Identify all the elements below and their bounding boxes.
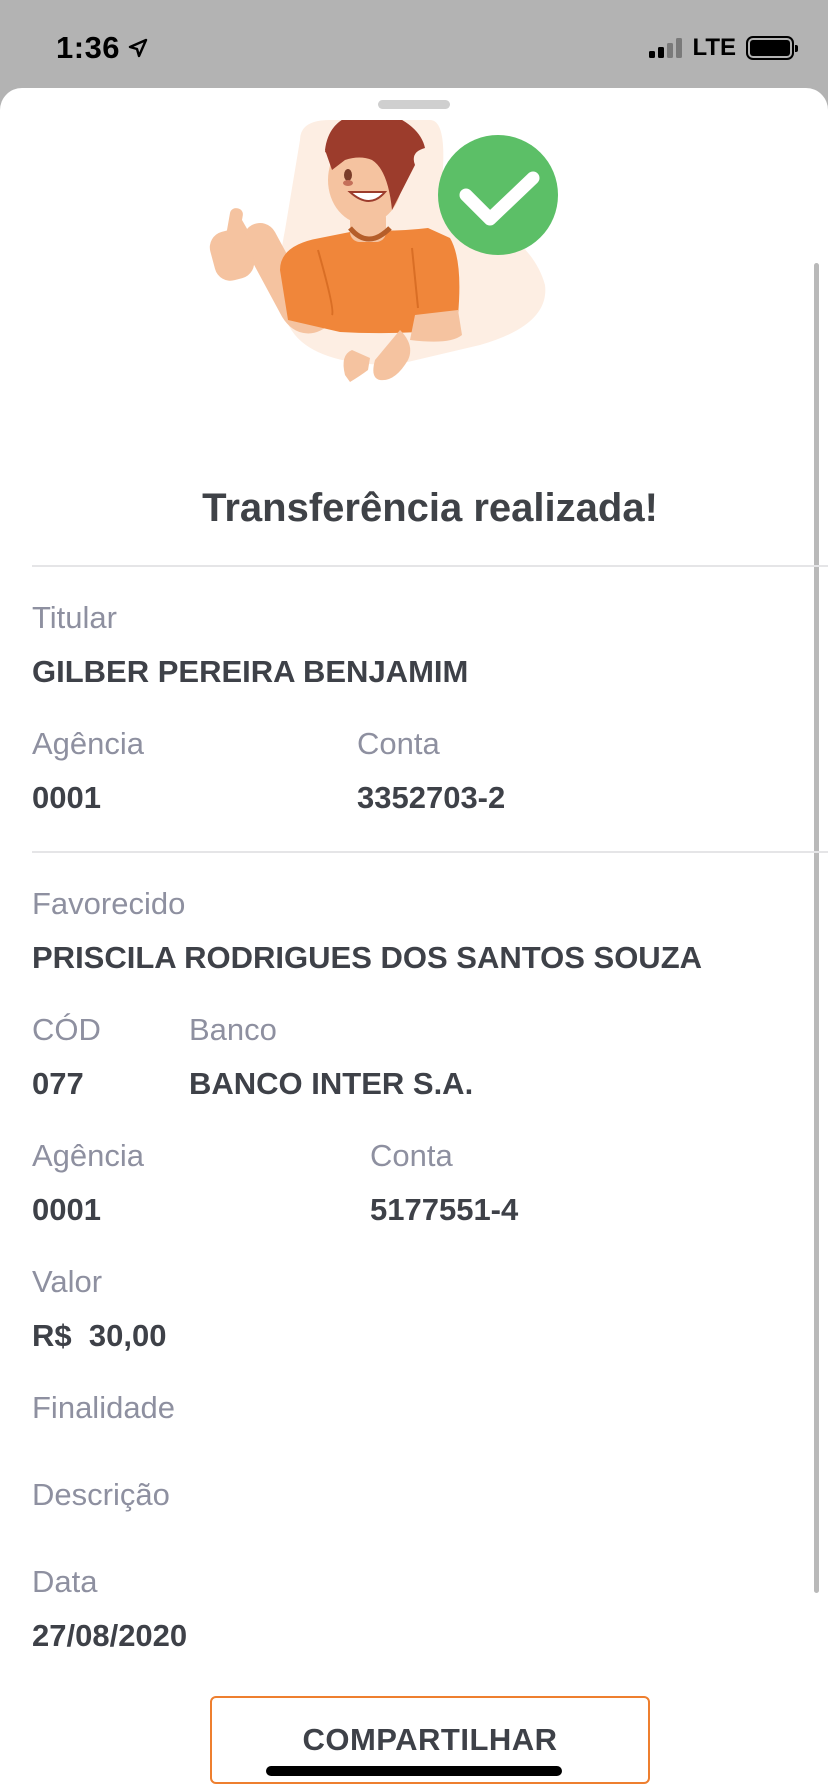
signal-icon [649,38,683,58]
clock-text: 1:36 [56,30,121,65]
purpose-label: Finalidade [32,1390,176,1425]
location-arrow-icon [128,38,148,58]
amount-value: R$ 30,00 [32,1318,167,1353]
person-thumbs-up-with-check-icon [209,120,558,382]
date-label: Data [32,1564,98,1599]
sender-account-label: Conta [357,726,440,761]
sheet-grabber[interactable] [378,100,450,109]
payee-agency-label: Agência [32,1138,145,1173]
divider [32,851,828,853]
receipt-sheet: Transferência realizada! Titular GILBER … [0,88,828,1792]
payee-label: Favorecido [32,886,186,921]
home-indicator [266,1766,562,1776]
status-time: 1:36 [56,30,148,66]
sender-agency-label: Agência [32,726,145,761]
status-bar: 1:36 LTE [0,0,828,88]
divider [32,565,828,567]
bank-code-value: 077 [32,1066,84,1101]
scroll-indicator[interactable] [814,263,819,1593]
payee-account-value: 5177551-4 [370,1192,519,1227]
payee-agency-value: 0001 [32,1192,101,1227]
holder-value: GILBER PEREIRA BENJAMIM [32,654,469,689]
sender-agency-value: 0001 [32,780,101,815]
network-type: LTE [692,34,736,61]
holder-label: Titular [32,600,117,635]
sender-account-value: 3352703-2 [357,780,506,815]
description-label: Descrição [32,1477,170,1512]
payee-account-label: Conta [370,1138,453,1173]
amount-label: Valor [32,1264,103,1299]
status-icons: LTE [649,34,798,62]
bank-label: Banco [189,1012,277,1047]
bank-code-label: CÓD [32,1012,101,1047]
bank-value: BANCO INTER S.A. [189,1066,474,1101]
payee-value: PRISCILA RODRIGUES DOS SANTOS SOUZA [32,940,703,975]
page-title: Transferência realizada! [202,486,658,530]
battery-icon [746,36,798,60]
date-value: 27/08/2020 [32,1618,188,1653]
